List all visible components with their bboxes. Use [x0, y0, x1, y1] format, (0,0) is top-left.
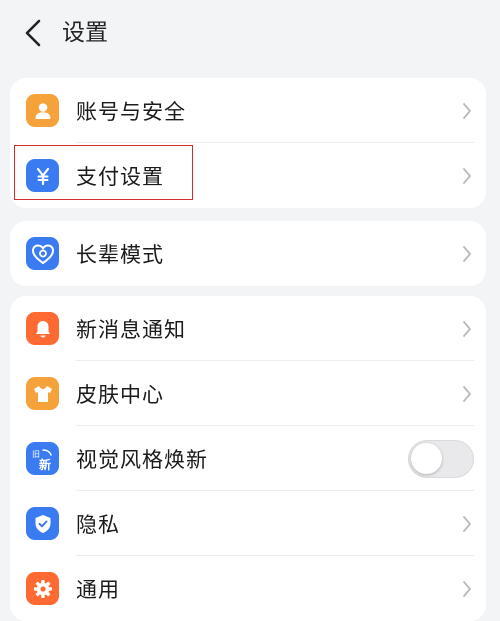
tshirt-icon	[26, 377, 59, 410]
chevron-right-icon	[460, 579, 474, 599]
gear-icon	[26, 572, 59, 605]
settings-item-label: 通用	[76, 577, 120, 602]
header-bar: 设置	[0, 0, 500, 64]
chevron-right-icon	[460, 384, 474, 404]
visual-style-toggle[interactable]	[408, 439, 474, 478]
settings-item-label: 皮肤中心	[76, 382, 164, 407]
settings-item-notifications[interactable]: 新消息通知	[10, 296, 486, 361]
shield-check-icon	[26, 507, 59, 540]
elder-heart-icon	[26, 237, 59, 270]
chevron-left-icon	[25, 19, 41, 47]
settings-group-elder: 长辈模式	[10, 221, 486, 286]
chevron-right-icon	[460, 101, 474, 121]
settings-item-skin-center[interactable]: 皮肤中心	[10, 361, 486, 426]
settings-item-account-security[interactable]: 账号与安全	[10, 78, 486, 143]
settings-group-general: 新消息通知 皮肤中心 旧 新 视觉风格焕新 隐私 通用	[10, 296, 486, 621]
settings-item-privacy[interactable]: 隐私	[10, 491, 486, 556]
settings-item-visual-style: 旧 新 视觉风格焕新	[10, 426, 486, 491]
settings-item-label: 视觉风格焕新	[76, 447, 208, 472]
page-title: 设置	[62, 20, 108, 46]
back-button[interactable]	[16, 16, 50, 50]
chevron-right-icon	[460, 319, 474, 339]
settings-item-label: 账号与安全	[76, 99, 186, 124]
chevron-right-icon	[460, 166, 474, 186]
yuan-icon	[26, 159, 59, 192]
icon-new-char: 新	[39, 457, 51, 472]
settings-item-general[interactable]: 通用	[10, 556, 486, 621]
chevron-right-icon	[460, 244, 474, 264]
settings-item-label: 新消息通知	[76, 317, 186, 342]
settings-item-label: 长辈模式	[76, 242, 164, 267]
settings-item-payment[interactable]: 支付设置	[10, 143, 486, 208]
old-new-icon: 旧 新	[26, 442, 59, 475]
settings-group-account: 账号与安全 支付设置	[10, 78, 486, 208]
chevron-right-icon	[460, 514, 474, 534]
toggle-knob	[411, 442, 442, 474]
settings-item-elder-mode[interactable]: 长辈模式	[10, 221, 486, 286]
settings-item-label: 支付设置	[76, 164, 164, 189]
person-icon	[26, 94, 59, 127]
settings-item-label: 隐私	[76, 512, 120, 537]
bell-icon	[26, 312, 59, 345]
